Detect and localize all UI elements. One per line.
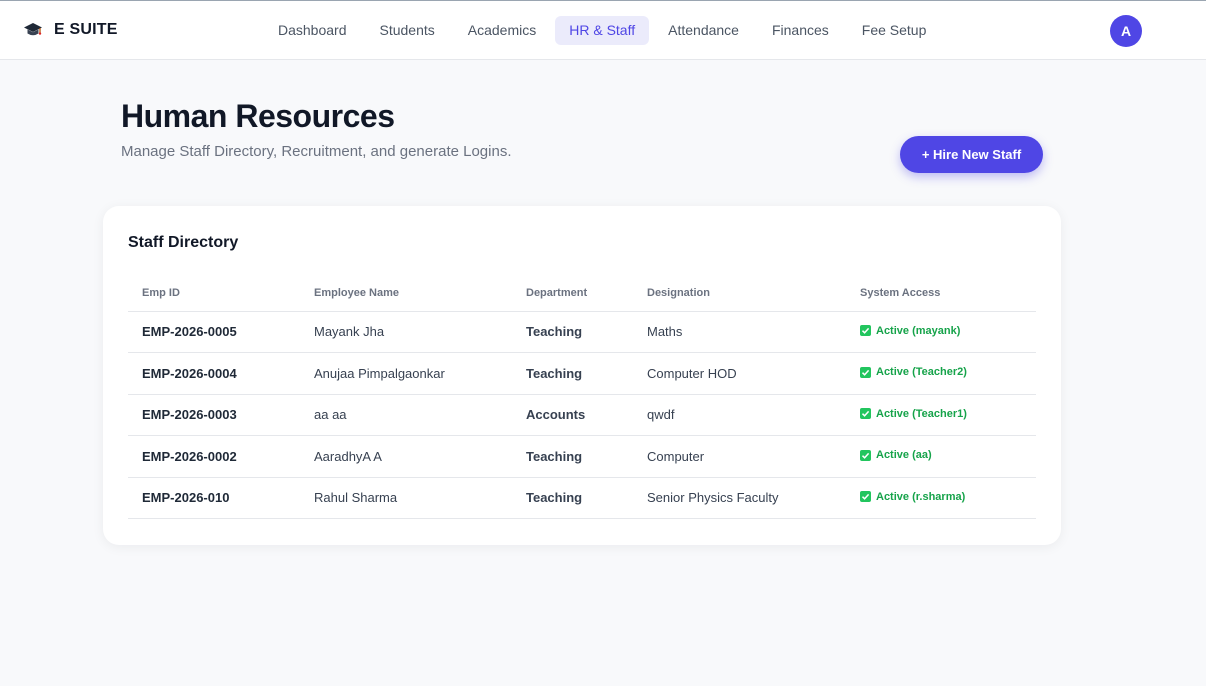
page-title: Human Resources bbox=[121, 98, 395, 134]
system-access-cell: Active (Teacher2) bbox=[846, 352, 1036, 395]
table-row[interactable]: EMP-2026-0002 AaradhyA A Teaching Comput… bbox=[128, 435, 1036, 478]
check-square-icon bbox=[860, 491, 871, 503]
table-row[interactable]: EMP-2026-010 Rahul Sharma Teaching Senio… bbox=[128, 477, 1036, 519]
check-square-icon bbox=[860, 449, 871, 461]
main-nav: Dashboard Students Academics HR & Staff … bbox=[264, 16, 940, 45]
top-navbar: E SUITE Dashboard Students Academics HR … bbox=[0, 0, 1206, 60]
staff-directory-card: Staff Directory Emp ID Employee Name Dep… bbox=[103, 206, 1061, 545]
access-status-badge: Active (Teacher1) bbox=[860, 408, 967, 420]
card-title: Staff Directory bbox=[128, 234, 239, 251]
table-row[interactable]: EMP-2026-0003 aa aa Accounts qwdf Active… bbox=[128, 394, 1036, 436]
designation-cell: Computer HOD bbox=[633, 352, 846, 395]
page-subtitle: Manage Staff Directory, Recruitment, and… bbox=[121, 143, 512, 160]
emp-id-cell: EMP-2026-0005 bbox=[128, 311, 300, 353]
department-cell: Teaching bbox=[512, 311, 633, 353]
column-header-employee-name: Employee Name bbox=[300, 276, 512, 312]
nav-fee-setup[interactable]: Fee Setup bbox=[848, 16, 941, 45]
employee-name-cell: AaradhyA A bbox=[300, 435, 512, 478]
employee-name-cell: aa aa bbox=[300, 394, 512, 436]
access-status-badge: Active (aa) bbox=[860, 449, 932, 461]
access-status-badge: Active (Teacher2) bbox=[860, 366, 967, 378]
department-cell: Teaching bbox=[512, 435, 633, 478]
employee-name-cell: Rahul Sharma bbox=[300, 477, 512, 519]
column-header-department: Department bbox=[512, 276, 633, 312]
check-square-icon bbox=[860, 325, 871, 337]
department-cell: Teaching bbox=[512, 477, 633, 519]
emp-id-cell: EMP-2026-0004 bbox=[128, 352, 300, 395]
employee-name-cell: Anujaa Pimpalgaonkar bbox=[300, 352, 512, 395]
nav-dashboard[interactable]: Dashboard bbox=[264, 16, 361, 45]
nav-academics[interactable]: Academics bbox=[454, 16, 550, 45]
access-status-text: Active (Teacher2) bbox=[876, 366, 967, 379]
staff-table: Emp ID Employee Name Department Designat… bbox=[128, 276, 1036, 519]
nav-attendance[interactable]: Attendance bbox=[654, 16, 753, 45]
access-status-badge: Active (r.sharma) bbox=[860, 491, 965, 503]
access-status-text: Active (mayank) bbox=[876, 324, 961, 337]
nav-students[interactable]: Students bbox=[366, 16, 449, 45]
system-access-cell: Active (r.sharma) bbox=[846, 477, 1036, 519]
hire-new-staff-button[interactable]: + Hire New Staff bbox=[900, 136, 1043, 173]
user-avatar[interactable]: A bbox=[1110, 15, 1142, 47]
access-status-badge: Active (mayank) bbox=[860, 325, 960, 337]
emp-id-cell: EMP-2026-0002 bbox=[128, 435, 300, 478]
emp-id-cell: EMP-2026-010 bbox=[128, 477, 300, 519]
access-status-text: Active (Teacher1) bbox=[876, 407, 967, 420]
department-cell: Teaching bbox=[512, 352, 633, 395]
graduation-cap-icon bbox=[24, 23, 42, 36]
system-access-cell: Active (aa) bbox=[846, 435, 1036, 478]
access-status-text: Active (aa) bbox=[876, 449, 932, 462]
table-row[interactable]: EMP-2026-0004 Anujaa Pimpalgaonkar Teach… bbox=[128, 352, 1036, 395]
column-header-emp-id: Emp ID bbox=[128, 276, 300, 312]
nav-finances[interactable]: Finances bbox=[758, 16, 843, 45]
brand-name: E SUITE bbox=[54, 21, 118, 38]
column-header-designation: Designation bbox=[633, 276, 846, 312]
nav-hr-staff[interactable]: HR & Staff bbox=[555, 16, 650, 45]
access-status-text: Active (r.sharma) bbox=[876, 490, 966, 503]
table-header-row: Emp ID Employee Name Department Designat… bbox=[128, 276, 1036, 312]
employee-name-cell: Mayank Jha bbox=[300, 311, 512, 353]
department-cell: Accounts bbox=[512, 394, 633, 436]
designation-cell: Senior Physics Faculty bbox=[633, 477, 846, 519]
designation-cell: qwdf bbox=[633, 394, 846, 436]
designation-cell: Maths bbox=[633, 311, 846, 353]
column-header-system-access: System Access bbox=[846, 276, 1036, 312]
check-square-icon bbox=[860, 408, 871, 420]
emp-id-cell: EMP-2026-0003 bbox=[128, 394, 300, 436]
brand[interactable]: E SUITE bbox=[24, 21, 118, 39]
table-row[interactable]: EMP-2026-0005 Mayank Jha Teaching Maths … bbox=[128, 311, 1036, 353]
check-square-icon bbox=[860, 366, 871, 378]
system-access-cell: Active (Teacher1) bbox=[846, 394, 1036, 436]
system-access-cell: Active (mayank) bbox=[846, 311, 1036, 353]
designation-cell: Computer bbox=[633, 435, 846, 478]
